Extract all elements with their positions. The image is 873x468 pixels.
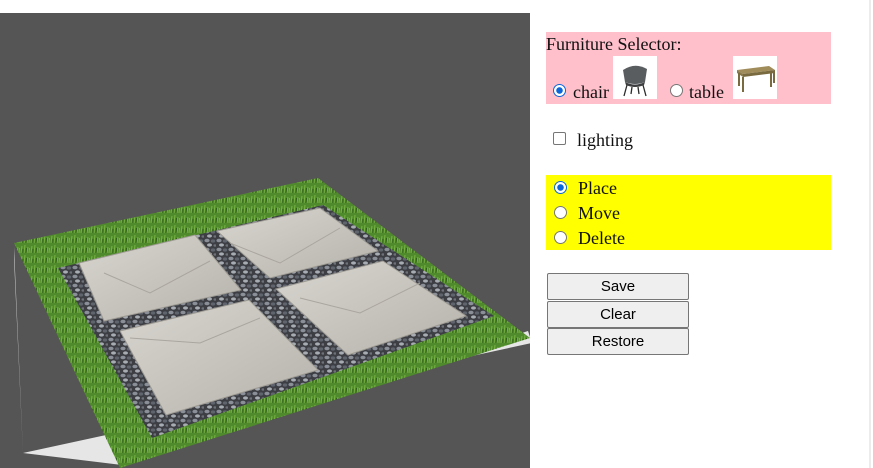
save-button[interactable]: Save xyxy=(547,273,689,300)
lighting-label: lighting xyxy=(577,130,634,150)
table-label: table xyxy=(689,82,724,102)
mode-selector: Place Move Delete xyxy=(546,175,831,250)
3d-viewport[interactable] xyxy=(0,13,530,468)
table-radio[interactable] xyxy=(670,84,683,97)
platform-edge xyxy=(14,247,23,453)
move-radio[interactable] xyxy=(554,206,567,219)
window-edge xyxy=(869,0,871,468)
place-radio[interactable] xyxy=(554,181,567,194)
table-thumbnail-icon[interactable] xyxy=(733,56,777,99)
chair-radio[interactable] xyxy=(553,84,566,97)
chair-thumbnail-icon[interactable] xyxy=(613,56,657,99)
place-label: Place xyxy=(578,178,617,198)
delete-radio[interactable] xyxy=(554,231,567,244)
delete-label: Delete xyxy=(578,228,625,248)
move-label: Move xyxy=(578,203,620,223)
furniture-selector: Furniture Selector: chair table xyxy=(546,32,831,104)
clear-button[interactable]: Clear xyxy=(547,301,689,328)
patio-scene xyxy=(14,178,530,468)
chair-label: chair xyxy=(573,82,609,102)
lighting-checkbox[interactable] xyxy=(553,132,566,145)
furniture-selector-title: Furniture Selector: xyxy=(546,34,682,54)
restore-button[interactable]: Restore xyxy=(547,328,689,355)
